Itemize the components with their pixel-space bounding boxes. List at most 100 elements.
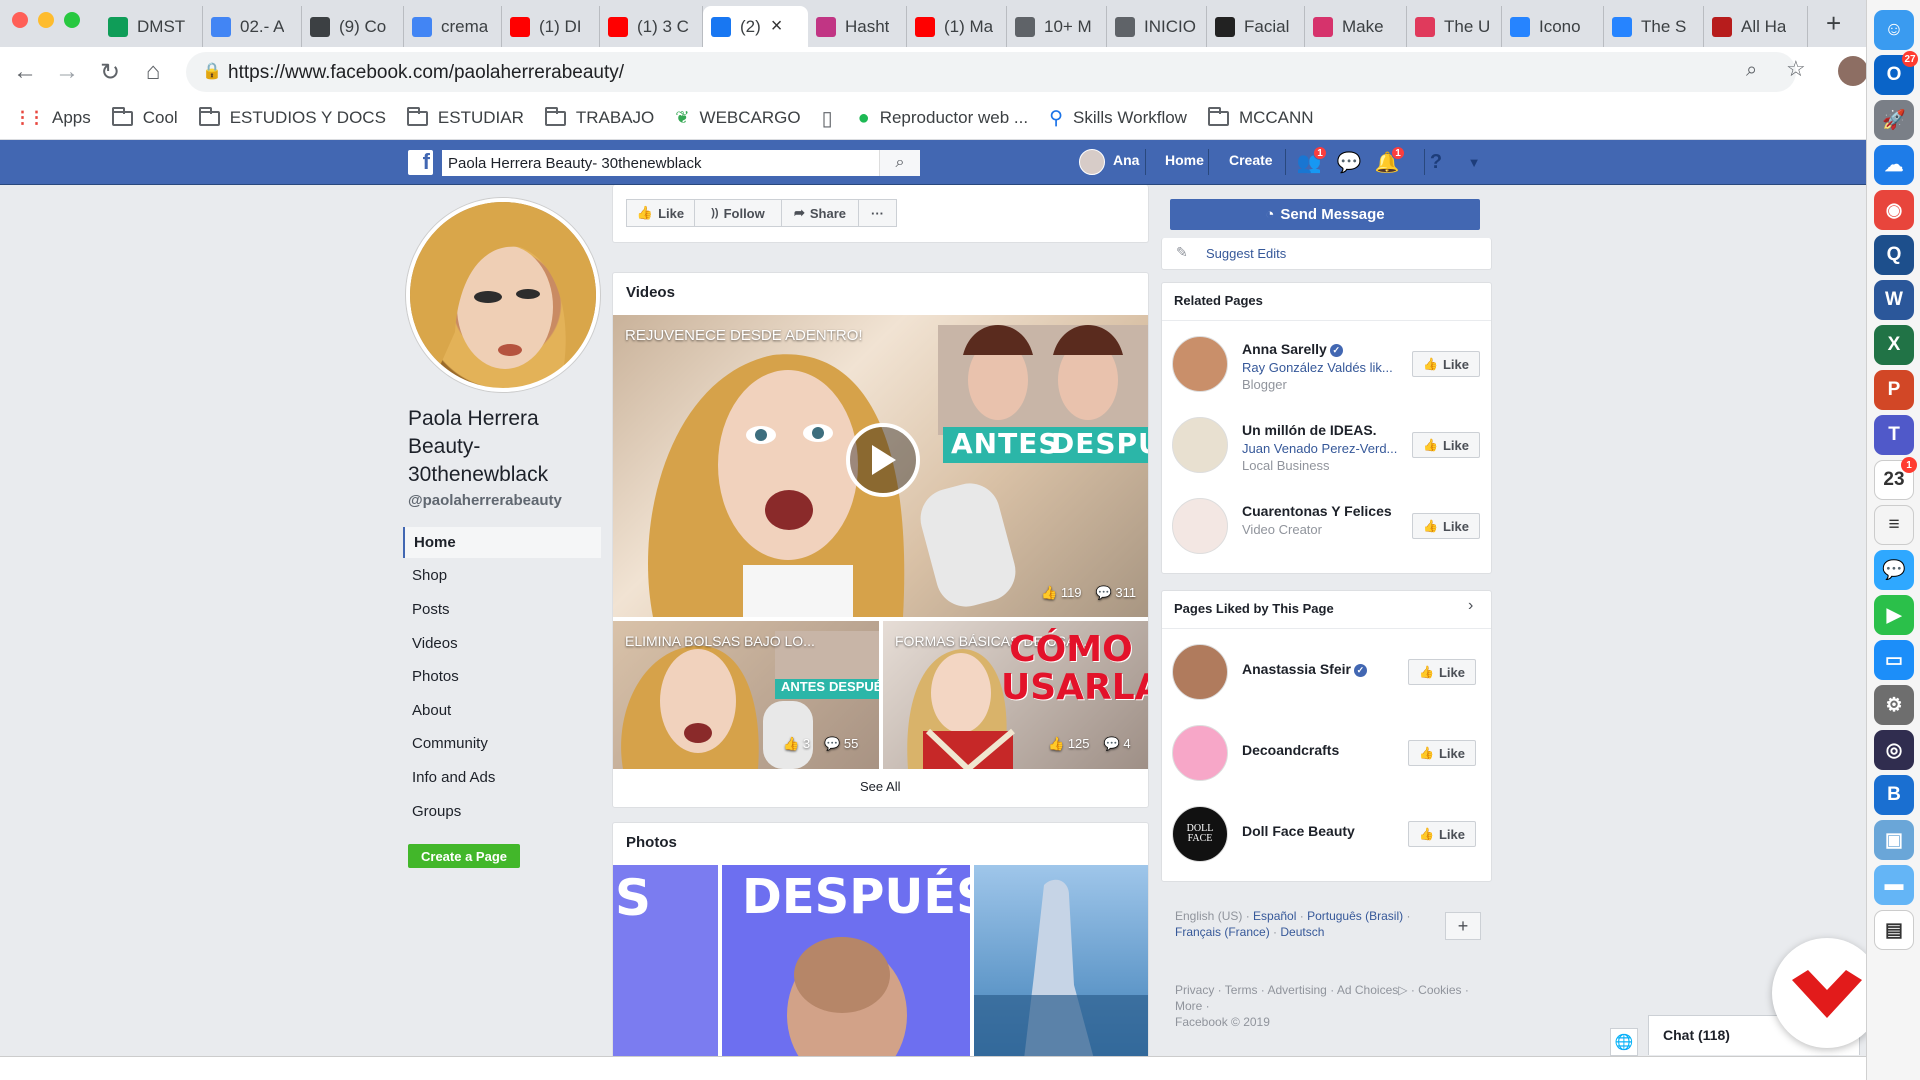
globe-icon[interactable]: 🌐 [1610, 1028, 1638, 1056]
featured-video-thumbnail[interactable]: REJUVENECE DESDE ADENTRO! ANTES DESPUÉS … [613, 315, 1148, 617]
profile-avatar[interactable] [1838, 56, 1868, 86]
preview-icon[interactable]: ▣ [1874, 820, 1914, 860]
like-page-button[interactable]: 👍 Like [1408, 659, 1476, 685]
page-profile-picture[interactable] [406, 198, 600, 392]
browser-tab[interactable]: 02.- A [203, 6, 302, 47]
fb-search-input[interactable] [442, 150, 879, 176]
like-page-button[interactable]: 👍 Like [1408, 740, 1476, 766]
left-nav-community[interactable]: Community [403, 728, 601, 759]
window-minimize-button[interactable] [38, 12, 54, 28]
like-page-button[interactable]: 👍 Like [1408, 821, 1476, 847]
language-link-fr[interactable]: Français (France) [1175, 925, 1270, 939]
like-page-button[interactable]: 👍 Like [1412, 351, 1480, 377]
onedrive-icon[interactable]: ☁ [1874, 145, 1914, 185]
facetime-icon[interactable]: ▶ [1874, 595, 1914, 635]
reload-button[interactable]: ↻ [93, 55, 127, 89]
bookmark-star-icon[interactable]: ☆ [1786, 56, 1806, 82]
browser-tab[interactable]: (2) × [703, 6, 808, 47]
follow-page-button[interactable]: )) Follow [694, 199, 782, 227]
chrome-icon[interactable]: ◉ [1874, 190, 1914, 230]
messages-icon[interactable]: 💬 [1874, 550, 1914, 590]
teams-icon[interactable]: T [1874, 415, 1914, 455]
photo-thumbnail[interactable]: DESPUÉS [722, 865, 970, 1059]
page-name-link[interactable]: Doll Face Beauty [1242, 823, 1355, 839]
bookmark-item[interactable]: ESTUDIAR [406, 106, 524, 128]
zoom-icon[interactable]: ⌕ [1746, 59, 1757, 82]
create-page-button[interactable]: Create a Page [408, 844, 520, 868]
excel-icon[interactable]: X [1874, 325, 1914, 365]
browser-tab[interactable]: The S [1604, 6, 1704, 47]
bookmark-item[interactable]: ⚲ Skills Workflow [1049, 107, 1187, 130]
browser-tab[interactable]: Facial [1207, 6, 1305, 47]
like-page-button[interactable]: 👍 Like [626, 199, 695, 227]
liked-page-avatar[interactable]: DOLL FACE [1172, 806, 1228, 862]
system-prefs-icon[interactable]: ⚙ [1874, 685, 1914, 725]
calendar-icon[interactable]: 23 1 [1874, 457, 1917, 500]
create-link[interactable]: Create [1229, 152, 1273, 168]
page-name-link[interactable]: Anastassia Sfeir ✓ [1242, 661, 1367, 677]
left-nav-groups[interactable]: Groups [403, 796, 601, 827]
friend-requests-icon[interactable]: 👥 1 [1297, 146, 1327, 174]
window-close-button[interactable] [12, 12, 28, 28]
bookmark-item[interactable]: Cool [111, 106, 178, 128]
tab-close-icon[interactable]: × [771, 15, 783, 38]
browser-tab[interactable]: INICIO [1107, 6, 1207, 47]
liked-page-avatar[interactable] [1172, 725, 1228, 781]
search-icon[interactable]: ⌕ [879, 150, 920, 176]
word-icon[interactable]: W [1874, 280, 1914, 320]
notifications-icon[interactable]: 🔔 1 [1375, 146, 1405, 174]
browser-tab[interactable]: Icono [1502, 6, 1604, 47]
quicktime-icon[interactable]: Q [1874, 235, 1914, 275]
footer-link-cookies[interactable]: Cookies [1418, 983, 1461, 997]
video-thumbnail[interactable]: ELIMINA BOLSAS BAJO LO... ANTES DESPUÉS … [613, 621, 879, 769]
browser-tab[interactable]: The U [1407, 6, 1502, 47]
more-options-button[interactable]: ··· [858, 199, 897, 227]
page-name-link[interactable]: Decoandcrafts [1242, 742, 1339, 758]
keynote-icon[interactable]: ▭ [1874, 640, 1914, 680]
back-button[interactable]: ← [8, 55, 42, 89]
footer-link-advertising[interactable]: Advertising [1267, 983, 1326, 997]
user-avatar[interactable] [1079, 149, 1105, 175]
bookmark-item[interactable]: ● Reproductor web ... [858, 107, 1028, 130]
related-page-avatar[interactable] [1172, 417, 1228, 473]
play-button-icon[interactable] [846, 423, 920, 497]
address-bar[interactable]: 🔒 https://www.facebook.com/paolaherrerab… [186, 52, 1806, 92]
bookmark-item[interactable]: ❦ WEBCARGO [675, 108, 800, 128]
like-page-button[interactable]: 👍 Like [1412, 432, 1480, 458]
footer-link-ad-choices[interactable]: Ad Choices [1337, 983, 1398, 997]
page-handle[interactable]: @paolaherrerabeauty [408, 492, 562, 509]
footer-link-more[interactable]: More [1175, 999, 1202, 1013]
suggest-edits-link[interactable]: Suggest Edits [1206, 246, 1286, 261]
messenger-icon[interactable]: 💬 [1337, 150, 1362, 174]
language-link-pt[interactable]: Português (Brasil) [1307, 909, 1403, 923]
photos-section-title[interactable]: Photos [626, 834, 677, 851]
browser-tab[interactable]: (1) Ma [907, 6, 1007, 47]
browser-tab[interactable]: (1) 3 C [600, 6, 703, 47]
powerpoint-icon[interactable]: P [1874, 370, 1914, 410]
browser-tab[interactable]: Make [1305, 6, 1407, 47]
footer-link-terms[interactable]: Terms [1225, 983, 1258, 997]
see-all-videos-link[interactable]: See All [860, 779, 900, 794]
forward-button[interactable]: → [50, 55, 84, 89]
browser-tab[interactable]: (9) Co [302, 6, 404, 47]
outlook-icon[interactable]: O 27 [1874, 51, 1918, 95]
suggest-edits-row[interactable]: ✎ Suggest Edits [1161, 238, 1492, 270]
left-nav-shop[interactable]: Shop [403, 560, 601, 591]
chevron-right-icon[interactable]: › [1468, 597, 1473, 615]
left-nav-home[interactable]: Home [403, 527, 601, 558]
browser-tab[interactable]: (1) DI [502, 6, 600, 47]
related-page-avatar[interactable] [1172, 336, 1228, 392]
new-tab-button[interactable]: + [1826, 8, 1841, 39]
video-thumbnail[interactable]: FORMAS BÁSICAS DE USA... CÓMO USARLAS! 👍… [883, 621, 1148, 769]
left-nav-photos[interactable]: Photos [403, 661, 601, 692]
user-name-link[interactable]: Ana [1113, 152, 1139, 168]
account-menu-chevron-down-icon[interactable]: ▼ [1462, 150, 1486, 174]
language-link-es[interactable]: Español [1253, 909, 1296, 923]
liked-page-avatar[interactable] [1172, 644, 1228, 700]
bookmark-item[interactable]: ▯ [822, 106, 837, 131]
page-name-link[interactable]: Cuarentonas Y Felices [1242, 503, 1392, 519]
page-name-link[interactable]: Un millón de IDEAS. [1242, 422, 1377, 438]
photo-thumbnail[interactable]: S [613, 865, 718, 1059]
left-nav-posts[interactable]: Posts [403, 594, 601, 625]
bookmark-item[interactable]: ⋮⋮ Apps [14, 108, 91, 128]
